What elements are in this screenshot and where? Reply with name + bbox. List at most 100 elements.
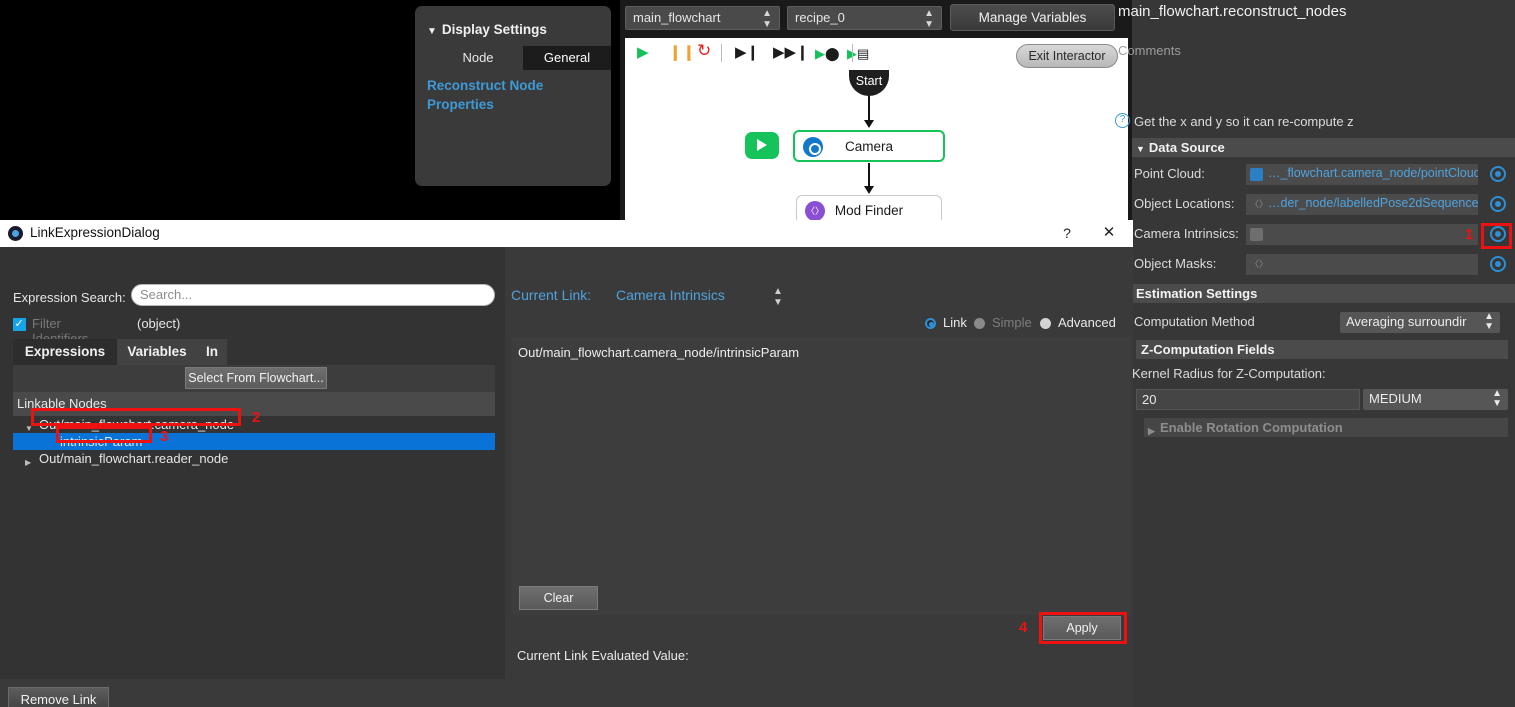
object-masks-value[interactable]: 〈〉 bbox=[1246, 254, 1478, 275]
flow-arrow-head bbox=[864, 120, 874, 128]
close-icon[interactable]: ✕ bbox=[1100, 224, 1118, 242]
flowchart-node-camera[interactable]: Camera bbox=[793, 130, 945, 162]
expression-editor[interactable]: Out/main_flowchart.camera_node/intrinsic… bbox=[511, 337, 1131, 581]
clear-button[interactable]: Clear bbox=[519, 586, 598, 610]
section-estimation-settings[interactable]: Estimation Settings bbox=[1132, 284, 1515, 303]
row-point-cloud: Point Cloud: …_flowchart.camera_node/poi… bbox=[1132, 162, 1515, 188]
run-to-breakpoint-icon[interactable]: ▶▤ bbox=[847, 46, 869, 62]
mod-finder-node-icon: 〈〉 bbox=[805, 201, 825, 221]
chevron-updown-icon[interactable]: ▲ ▼ bbox=[773, 286, 783, 308]
object-masks-target-button[interactable] bbox=[1490, 256, 1506, 272]
display-settings-title-text: Display Settings bbox=[441, 22, 547, 37]
kernel-radius-input[interactable]: 20 bbox=[1136, 389, 1360, 410]
remove-link-button[interactable]: Remove Link bbox=[8, 687, 109, 707]
run-to-node-icon[interactable]: ▶⬤ bbox=[815, 46, 840, 62]
filter-identifiers-checkbox[interactable] bbox=[13, 317, 26, 331]
recipe-select[interactable]: recipe_0 ▲ ▼ bbox=[787, 6, 942, 30]
tree-node-reader-node-label: Out/main_flowchart.reader_node bbox=[39, 451, 229, 466]
tab-expressions[interactable]: Expressions bbox=[13, 339, 117, 365]
computation-method-label: Computation Method bbox=[1134, 314, 1255, 329]
flowchart-select-value: main_flowchart bbox=[633, 10, 721, 25]
row-camera-intrinsics: Camera Intrinsics: bbox=[1132, 222, 1515, 248]
display-settings-title: ▼ Display Settings bbox=[427, 22, 547, 37]
radio-link-label: Link bbox=[943, 315, 967, 330]
help-icon[interactable]: ? bbox=[1058, 224, 1076, 242]
chevron-updown-icon: ▲ ▼ bbox=[1492, 388, 1502, 409]
row-object-locations: Object Locations: 〈〉 …der_node/labelledP… bbox=[1132, 192, 1515, 218]
camera-icon bbox=[1250, 228, 1263, 241]
annotation-number-4: 4 bbox=[1019, 619, 1028, 636]
pause-icon[interactable]: ❙❙ bbox=[669, 45, 696, 61]
page-title: main_flowchart.reconstruct_nodes bbox=[1118, 3, 1347, 20]
chevron-down-icon[interactable]: ▼ bbox=[427, 26, 437, 37]
dialog-subbar: Select From Flowchart... bbox=[13, 365, 495, 392]
camera-icon bbox=[1250, 168, 1263, 181]
point-cloud-value[interactable]: …_flowchart.camera_node/pointCloud bbox=[1246, 164, 1478, 185]
object-locations-value[interactable]: 〈〉 …der_node/labelledPose2dSequence bbox=[1246, 194, 1478, 215]
row-point-cloud-label: Point Cloud: bbox=[1134, 166, 1205, 181]
annotation-box-3 bbox=[56, 426, 152, 443]
tab-variables[interactable]: Variables bbox=[117, 339, 197, 365]
chevron-updown-icon: ▲ ▼ bbox=[762, 8, 772, 30]
radio-simple[interactable] bbox=[974, 318, 985, 329]
desktop-backdrop-mid bbox=[611, 0, 620, 220]
section-z-computation-fields[interactable]: Z-Computation Fields bbox=[1136, 340, 1508, 359]
radio-advanced[interactable] bbox=[1040, 318, 1051, 329]
comments-field[interactable]: Comments bbox=[1118, 43, 1181, 58]
question-icon: ? bbox=[1115, 113, 1130, 128]
search-input[interactable]: Search... bbox=[131, 284, 495, 306]
section-enable-rotation-computation[interactable]: ▶ Enable Rotation Computation bbox=[1144, 418, 1508, 437]
row-computation-method: Computation Method Averaging surroundir … bbox=[1132, 310, 1515, 336]
chevron-right-icon: ▶ bbox=[1148, 426, 1155, 436]
evaluated-value-bar: Current Link Evaluated Value: bbox=[511, 615, 1131, 663]
reconstruct-node-properties-link[interactable]: Reconstruct Node Properties bbox=[427, 76, 599, 114]
section-data-source-title: Data Source bbox=[1148, 140, 1225, 155]
radio-advanced-label: Advanced bbox=[1058, 315, 1116, 330]
dialog-titlebar[interactable]: LinkExpressionDialog ? ✕ bbox=[0, 220, 1133, 247]
camera-node-icon bbox=[803, 137, 823, 157]
current-link-label: Current Link: bbox=[511, 287, 592, 303]
chevron-down-icon: ▼ bbox=[1136, 144, 1145, 154]
chevron-updown-icon: ▲ ▼ bbox=[1484, 312, 1494, 332]
play-icon[interactable]: ▶ bbox=[637, 45, 649, 61]
flowchart-region: main_flowchart ▲ ▼ recipe_0 ▲ ▼ Manage Var… bbox=[620, 0, 1132, 220]
row-camera-intrinsics-label: Camera Intrinsics: bbox=[1134, 226, 1239, 241]
chevron-updown-icon: ▲ ▼ bbox=[924, 8, 934, 30]
hint-text: Get the x and y so it can re-compute z bbox=[1134, 114, 1354, 129]
section-data-source[interactable]: ▼ Data Source bbox=[1132, 138, 1515, 157]
current-link-select[interactable]: Camera Intrinsics bbox=[616, 287, 725, 303]
point-cloud-value-text: …_flowchart.camera_node/pointCloud bbox=[1268, 166, 1478, 180]
dialog-title: LinkExpressionDialog bbox=[30, 225, 160, 240]
point-cloud-target-button[interactable] bbox=[1490, 166, 1506, 182]
camera-intrinsics-value[interactable] bbox=[1246, 224, 1478, 245]
app-icon bbox=[8, 226, 23, 241]
computation-method-select[interactable]: Averaging surroundir ▲ ▼ bbox=[1340, 312, 1500, 333]
node-run-button[interactable] bbox=[745, 132, 779, 159]
flowchart-toolbar: ▶ ❙❙ ↻ ▶❙ ▶▶❙ ▶⬤ ▶▤ Exit Interactor bbox=[625, 38, 1128, 70]
chevron-right-icon[interactable]: ▶ bbox=[25, 454, 31, 471]
tree-node-reader-node[interactable]: ▶ Out/main_flowchart.reader_node bbox=[13, 450, 495, 467]
dialog-body: Expression Search: Search... Filter Iden… bbox=[0, 247, 1133, 707]
tab-node[interactable]: Node bbox=[447, 46, 509, 70]
flowchart-node-mod-finder-label: Mod Finder bbox=[834, 203, 904, 218]
desktop-backdrop-under-panel bbox=[415, 187, 611, 220]
step-over-icon[interactable]: ▶▶❙ bbox=[773, 45, 809, 61]
tab-in[interactable]: In bbox=[197, 339, 227, 365]
reset-icon[interactable]: ↻ bbox=[697, 42, 711, 59]
flow-arrow-head bbox=[864, 186, 874, 194]
radio-link[interactable] bbox=[925, 318, 936, 329]
object-locations-target-button[interactable] bbox=[1490, 196, 1506, 212]
step-into-icon[interactable]: ▶❙ bbox=[735, 45, 759, 61]
recipe-select-value: recipe_0 bbox=[795, 10, 845, 25]
exit-interactor-button[interactable]: Exit Interactor bbox=[1016, 44, 1118, 68]
node-properties-panel: main_flowchart.reconstruct_nodes Comment… bbox=[1115, 0, 1515, 707]
tab-general[interactable]: General bbox=[523, 46, 611, 70]
expression-search-label: Expression Search: bbox=[13, 290, 126, 305]
section-enable-rotation-title: Enable Rotation Computation bbox=[1160, 420, 1343, 435]
select-from-flowchart-button[interactable]: Select From Flowchart... bbox=[185, 367, 327, 389]
flowchart-canvas[interactable]: ▶ ❙❙ ↻ ▶❙ ▶▶❙ ▶⬤ ▶▤ Exit Interactor bbox=[625, 38, 1128, 220]
flowchart-select[interactable]: main_flowchart ▲ ▼ bbox=[625, 6, 780, 30]
kernel-radius-unit-select[interactable]: MEDIUM ▲ ▼ bbox=[1363, 389, 1508, 410]
expression-text: Out/main_flowchart.camera_node/intrinsic… bbox=[518, 345, 800, 360]
manage-variables-button[interactable]: Manage Variables bbox=[950, 4, 1115, 31]
